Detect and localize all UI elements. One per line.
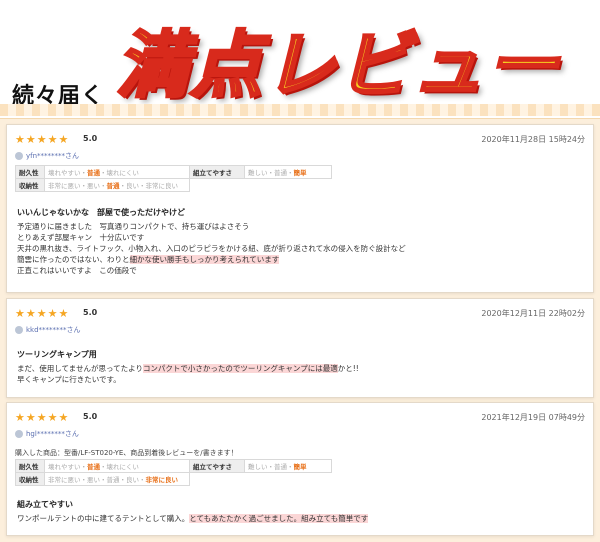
attr-label: 収納性 bbox=[15, 472, 45, 486]
attr-options: 壊れやすい・普通・壊れにくい bbox=[44, 165, 190, 179]
review-title: ツーリングキャンプ用 bbox=[17, 350, 97, 359]
review-line: まだ、使用してませんが思ってたよりコンパクトで小さかったのでツーリングキャンプに… bbox=[17, 364, 359, 373]
attr-selected: 簡単 bbox=[293, 463, 307, 471]
review-line: 早くキャンプに行きたいです。 bbox=[17, 375, 121, 384]
attr-selected: 普通 bbox=[87, 463, 100, 471]
review-title: 組み立てやすい bbox=[17, 500, 73, 509]
reviewer-name[interactable]: kkd********さん bbox=[26, 325, 81, 335]
rating-score: 5.0 bbox=[83, 412, 98, 421]
review-line: とりあえず部屋キャン 十分広いです bbox=[17, 233, 145, 242]
rating-score: 5.0 bbox=[83, 308, 98, 317]
avatar-icon bbox=[15, 326, 23, 334]
star-rating-icons: ★★★★★ bbox=[15, 411, 70, 424]
avatar-icon bbox=[15, 430, 23, 438]
attr-selected: 簡単 bbox=[293, 169, 307, 177]
review-date: 2020年12月11日 22時02分 bbox=[481, 309, 585, 318]
highlighted-text: コンパクトで小さかったのでツーリングキャンプには最適 bbox=[142, 364, 338, 373]
attr-options: 非常に悪い・悪い・普通・良い・非常に良い bbox=[44, 472, 190, 486]
review-body: まだ、使用してませんが思ってたよりコンパクトで小さかったのでツーリングキャンプに… bbox=[17, 363, 577, 385]
attr-options: 壊れやすい・普通・壊れにくい bbox=[44, 459, 190, 473]
review-line: 正直これはいいですよ この価段で bbox=[17, 266, 137, 275]
star-rating-icons: ★★★★★ bbox=[15, 133, 70, 146]
review-body: 予定通りに届きました 写真通りコンパクトで、持ち運びはよさそう とりあえず部屋キ… bbox=[17, 221, 577, 276]
reviewer: yfn********さん bbox=[15, 151, 79, 161]
attr-label: 耐久性 bbox=[15, 165, 45, 179]
attr-options: 非常に悪い・悪い・普通・良い・非常に良い bbox=[44, 178, 190, 192]
banner-title: 満点レビュー bbox=[114, 22, 561, 109]
highlighted-text: とてもあたたかく過ごせました。組み立ても簡単です bbox=[189, 514, 369, 523]
review-line: 予定通りに届きました 写真通りコンパクトで、持ち運びはよさそう bbox=[17, 222, 250, 231]
attr-options: 難しい・普通・簡単 bbox=[244, 165, 332, 179]
star-rating-icons: ★★★★★ bbox=[15, 307, 70, 320]
review-card: ★★★★★ 5.0 2020年11月28日 15時24分 yfn********… bbox=[6, 124, 594, 293]
review-line: ワンポールテントの中に建てるテントとして購入。とてもあたたかく過ごせました。組み… bbox=[17, 514, 369, 523]
attr-label: 耐久性 bbox=[15, 459, 45, 473]
avatar-icon bbox=[15, 152, 23, 160]
review-line: 天井の黒れ抜き、ライトフック、小物入れ、入口のピラピラをかける紐、底が折り返され… bbox=[17, 244, 406, 253]
highlighted-text: 細かな使い勝手もしっかり考えられています bbox=[129, 255, 280, 264]
reviewer-name[interactable]: yfn********さん bbox=[26, 151, 79, 161]
review-line: 簡雲に作ったのではない、わりと細かな使い勝手もしっかり考えられています bbox=[17, 255, 280, 264]
rating-score: 5.0 bbox=[83, 134, 98, 143]
review-body: ワンポールテントの中に建てるテントとして購入。とてもあたたかく過ごせました。組み… bbox=[17, 513, 577, 524]
attribute-table: 耐久性 壊れやすい・普通・壊れにくい 組立てやすさ 難しい・普通・簡単 収納性 … bbox=[15, 459, 332, 486]
review-card: ★★★★★ 5.0 2021年12月19日 07時49分 hgl********… bbox=[6, 402, 594, 536]
banner-divider bbox=[0, 104, 600, 116]
review-card: ★★★★★ 5.0 2020年12月11日 22時02分 kkd********… bbox=[6, 298, 594, 398]
attr-selected: 非常に良い bbox=[145, 476, 179, 484]
attribute-table: 耐久性 壊れやすい・普通・壊れにくい 組立てやすさ 難しい・普通・簡単 収納性 … bbox=[15, 165, 332, 192]
attr-label: 収納性 bbox=[15, 178, 45, 192]
reviewer: kkd********さん bbox=[15, 325, 81, 335]
review-banner: 続々届く 満点レビュー bbox=[0, 0, 600, 119]
attr-selected: 普通 bbox=[106, 182, 120, 190]
purchased-item: 購入した商品：型番/LF-ST020-YE、商品到着後レビューを/書きます！ bbox=[15, 449, 238, 457]
attr-selected: 普通 bbox=[87, 169, 100, 177]
attr-label: 組立てやすさ bbox=[189, 165, 245, 179]
attr-options: 難しい・普通・簡単 bbox=[244, 459, 332, 473]
attr-label: 組立てやすさ bbox=[189, 459, 245, 473]
review-date: 2020年11月28日 15時24分 bbox=[481, 135, 585, 144]
reviewer-name[interactable]: hgl********さん bbox=[26, 429, 79, 439]
review-date: 2021年12月19日 07時49分 bbox=[481, 413, 585, 422]
review-title: いいんじゃないかな 部屋で使っただけやけど bbox=[17, 208, 185, 217]
reviewer: hgl********さん bbox=[15, 429, 79, 439]
